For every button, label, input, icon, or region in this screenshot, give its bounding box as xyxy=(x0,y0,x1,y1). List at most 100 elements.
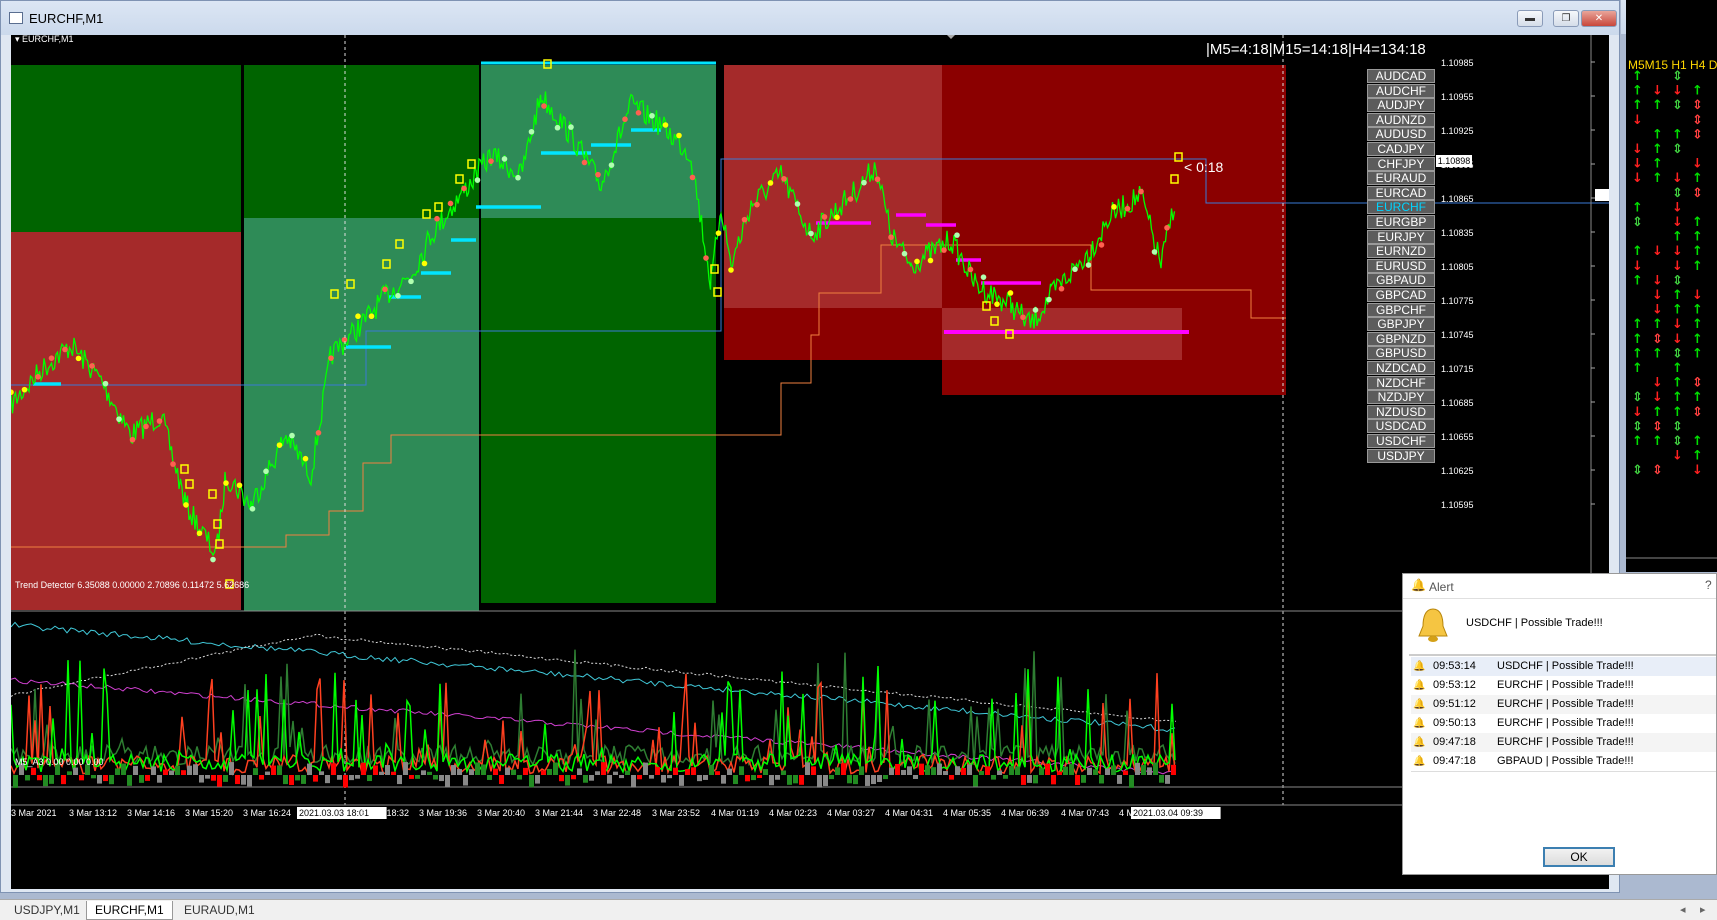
histogram-bar xyxy=(313,775,318,782)
bell-icon: 🔔 xyxy=(1413,737,1426,748)
histogram-bar xyxy=(499,775,504,784)
alert-log-row[interactable]: 🔔 09:53:14 USDCHF | Possible Trade!!! xyxy=(1411,657,1716,677)
bell-icon: 🔔 xyxy=(1413,680,1426,691)
symbol-button-chfjpy[interactable]: CHFJPY xyxy=(1367,156,1435,171)
histogram-bar xyxy=(769,775,774,786)
histogram-bar xyxy=(595,771,600,775)
trend-arrow-icon: ↓ xyxy=(1672,244,1683,259)
symbol-button-eurgbp[interactable]: EURGBP xyxy=(1367,215,1435,229)
signal-dot xyxy=(715,230,722,236)
histogram-bar xyxy=(451,765,456,775)
signal-dot xyxy=(1072,266,1078,273)
symbol-button-nzdcad[interactable]: NZDCAD xyxy=(1367,361,1435,375)
histogram-bar xyxy=(1075,775,1080,785)
symbol-button-nzdusd[interactable]: NZDUSD xyxy=(1367,404,1435,419)
minimize-button[interactable]: ▬ xyxy=(1517,10,1543,27)
price-chart[interactable]: 1.109851.109551.109251.108951.108651.108… xyxy=(11,34,1609,889)
chart-shift-marker[interactable] xyxy=(947,35,955,39)
trend-arrow-icon: ↑ xyxy=(1672,288,1683,303)
price-label: 1.10835 xyxy=(1441,228,1474,238)
tab-scroll-left-icon[interactable]: ◂ xyxy=(1680,903,1686,916)
candle-countdown: < 0:18 xyxy=(1184,159,1224,175)
symbol-button-audcad[interactable]: AUDCAD xyxy=(1367,69,1435,83)
signal-dot xyxy=(143,423,149,430)
histogram-bar xyxy=(793,775,798,784)
time-label: 2021.03.03 18:01 xyxy=(299,808,369,818)
symbol-button-audjpy[interactable]: AUDJPY xyxy=(1367,98,1435,113)
price-scale: 1.109851.109551.109251.108951.108651.108… xyxy=(1441,58,1595,510)
price-label: 1.10985 xyxy=(1441,58,1474,68)
symbol-button-usdcad[interactable]: USDCAD xyxy=(1367,419,1435,434)
alert-log-list[interactable]: 🔔 09:53:14 USDCHF | Possible Trade!!! 🔔 09:5… xyxy=(1403,657,1716,772)
alert-log-time: 09:47:18 xyxy=(1433,755,1476,767)
symbol-button-audusd[interactable]: AUDUSD xyxy=(1367,127,1435,142)
alert-log-row[interactable]: 🔔 09:47:18 GBPAUD | Possible Trade!!! xyxy=(1411,752,1716,772)
symbol-button-nzdjpy[interactable]: NZDJPY xyxy=(1367,390,1435,405)
symbol-button-gbpcad[interactable]: GBPCAD xyxy=(1367,288,1435,302)
symbol-button-eurjpy[interactable]: EURJPY xyxy=(1367,229,1435,244)
maximize-button[interactable]: ❐ xyxy=(1553,10,1579,27)
symbol-button-usdjpy[interactable]: USDJPY xyxy=(1367,448,1435,463)
time-label: 4 Mar 01:19 xyxy=(711,808,759,818)
alert-log-row[interactable]: 🔔 09:50:13 EURCHF | Possible Trade!!! xyxy=(1411,714,1716,734)
symbol-button-audchf[interactable]: AUDCHF xyxy=(1367,83,1435,98)
tab-scroll-right-icon[interactable]: ▸ xyxy=(1700,903,1706,916)
histogram-bar xyxy=(829,775,834,780)
dropdown-arrow-icon[interactable]: ▾ xyxy=(15,34,20,44)
trend-arrow-icon: ⇕ xyxy=(1692,186,1703,201)
symbol-button-euraud[interactable]: EURAUD xyxy=(1367,171,1435,186)
symbol-button-cadjpy[interactable]: CADJPY xyxy=(1367,142,1435,156)
symbol-button-gbpaud[interactable]: GBPAUD xyxy=(1367,273,1435,288)
zone-red xyxy=(724,308,942,360)
histogram-bar xyxy=(433,775,438,780)
symbol-button-eurnzd[interactable]: EURNZD xyxy=(1367,244,1435,259)
signal-dot xyxy=(129,436,136,443)
signal-dot xyxy=(196,530,203,537)
histogram-bar xyxy=(847,775,852,784)
signal-dot xyxy=(767,180,774,186)
signal-dot xyxy=(821,214,828,220)
signal-dot xyxy=(834,214,840,221)
symbol-button-gbpjpy[interactable]: GBPJPY xyxy=(1367,317,1435,332)
tab-eurchf[interactable]: EURCHF,M1 xyxy=(86,901,173,920)
symbol-button-gbpnzd[interactable]: GBPNZD xyxy=(1367,331,1435,346)
histogram-bar xyxy=(79,775,84,781)
symbol-button-usdchf[interactable]: USDCHF xyxy=(1367,434,1435,448)
current-price-label: 1.10898 xyxy=(1436,155,1472,167)
histogram-bar xyxy=(721,775,726,784)
alert-log-row[interactable]: 🔔 09:51:12 EURCHF | Possible Trade!!! xyxy=(1411,695,1716,715)
close-button[interactable]: ✕ xyxy=(1581,10,1617,27)
signal-dot xyxy=(1085,262,1092,268)
symbol-button-eurusd[interactable]: EURUSD xyxy=(1367,258,1435,273)
time-scale: 3 Mar 2021 3 Mar 13:12 3 Mar 14:16 3 Mar 15… xyxy=(11,807,1221,819)
trend-arrow-icon: ↑ xyxy=(1652,157,1663,172)
trend-arrow-icon: ↑ xyxy=(1692,332,1703,347)
trend-arrow-icon: ↑ xyxy=(1692,346,1703,361)
symbol-button-eurcad[interactable]: EURCAD xyxy=(1367,185,1435,200)
histogram-bar xyxy=(955,766,960,775)
histogram-bar xyxy=(649,775,654,779)
symbol-button-gbpusd[interactable]: GBPUSD xyxy=(1367,346,1435,361)
trend-arrow-icon: ⇕ xyxy=(1672,419,1683,434)
histogram-bar xyxy=(355,775,360,779)
symbol-button-eurchf[interactable]: EURCHF xyxy=(1367,200,1435,215)
histogram-bar xyxy=(103,775,108,782)
symbol-button-nzdchf[interactable]: NZDCHF xyxy=(1367,375,1435,390)
histogram-bar xyxy=(1009,766,1014,775)
trend-arrow-icon: ↑ xyxy=(1652,405,1663,420)
symbol-button-gbpchf[interactable]: GBPCHF xyxy=(1367,302,1435,317)
histogram-bar xyxy=(745,775,750,782)
alert-log-row[interactable]: 🔔 09:47:18 EURCHF | Possible Trade!!! xyxy=(1411,733,1716,753)
signal-dot xyxy=(276,442,283,448)
histogram-bar xyxy=(889,767,894,775)
help-button[interactable]: ? xyxy=(1705,578,1712,592)
ok-button[interactable]: OK xyxy=(1543,847,1615,867)
histogram-bar xyxy=(1039,768,1044,775)
symbol-button-audnzd[interactable]: AUDNZD xyxy=(1367,112,1435,127)
signal-dot xyxy=(302,455,309,462)
histogram-bar xyxy=(733,775,738,785)
alert-log-row[interactable]: 🔔 09:53:12 EURCHF | Possible Trade!!! xyxy=(1411,676,1716,696)
time-label: 4 Mar 02:23 xyxy=(769,808,817,818)
tab-usdjpy[interactable]: USDJPY,M1 xyxy=(6,901,88,919)
tab-euraud[interactable]: EURAUD,M1 xyxy=(176,901,263,919)
